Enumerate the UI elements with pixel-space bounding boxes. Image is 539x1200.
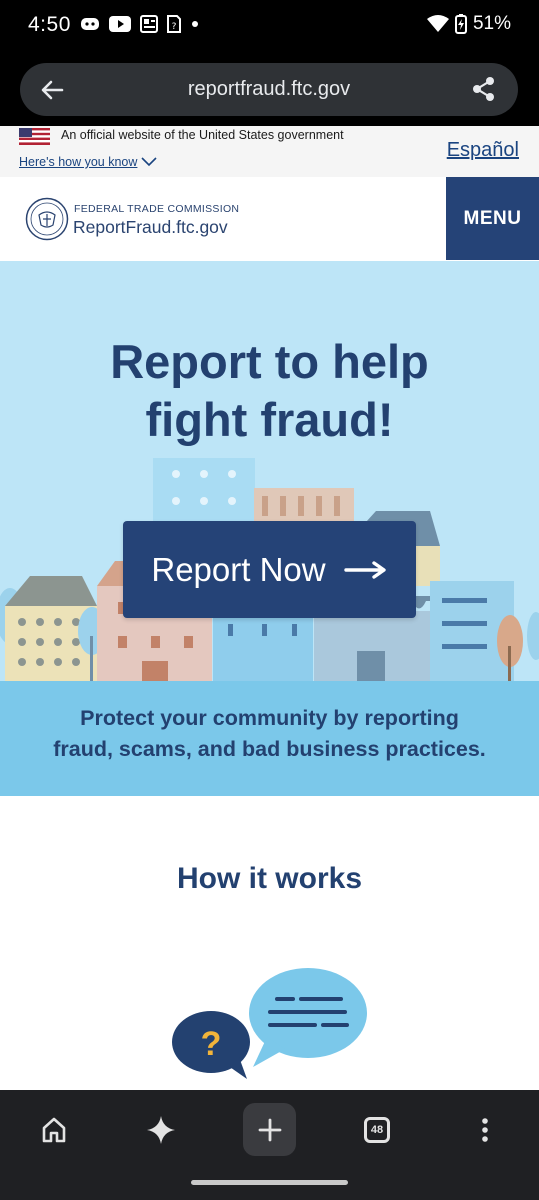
hero-title-line-1: Report to help (110, 335, 429, 388)
plus-icon (258, 1118, 281, 1141)
protect-text: Protect your community by reporting frau… (10, 703, 529, 765)
tab-count[interactable]: 48 (371, 1124, 383, 1136)
sparkle-icon[interactable] (145, 1114, 177, 1146)
us-flag-icon (19, 128, 50, 145)
more-vert-icon[interactable] (469, 1114, 501, 1146)
address-bar[interactable]: reportfraud.ftc.gov (20, 63, 518, 116)
espanol-link[interactable]: Español (447, 139, 519, 162)
svg-text:?: ? (172, 22, 177, 32)
ftc-seal-icon[interactable] (25, 197, 69, 241)
news-icon (140, 15, 158, 33)
share-icon[interactable] (470, 75, 498, 103)
dot-icon (192, 21, 198, 27)
discord-icon (81, 18, 99, 30)
protect-line-1: Protect your community by reporting (80, 706, 459, 730)
gov-banner: An official website of the United States… (0, 126, 539, 177)
wifi-icon (426, 15, 449, 32)
youtube-icon (109, 16, 131, 32)
protect-line-2: fraud, scams, and bad business practices… (53, 737, 486, 761)
how-you-know-link[interactable]: Here's how you know (19, 155, 157, 169)
official-website-text: An official website of the United States… (61, 128, 344, 142)
status-time: 4:50 (28, 13, 71, 36)
new-tab-button[interactable] (243, 1103, 296, 1156)
gesture-nav-handle[interactable] (191, 1180, 348, 1185)
status-bar: 4:50 ? 51% (0, 0, 539, 52)
hero-title: Report to help fight fraud! (0, 333, 539, 449)
url-text[interactable]: reportfraud.ftc.gov (20, 78, 518, 101)
agency-name[interactable]: FEDERAL TRADE COMMISSION (74, 203, 239, 215)
sim-icon: ? (167, 15, 181, 33)
menu-button[interactable]: MENU (446, 177, 539, 260)
battery-percent: 51% (472, 13, 511, 34)
browser-top-bar: reportfraud.ftc.gov (0, 52, 539, 126)
arrow-right-icon (343, 560, 386, 579)
system-icons: 51% (426, 13, 511, 35)
question-mark-text: ? (201, 1025, 222, 1063)
protect-band: Protect your community by reporting frau… (0, 681, 539, 796)
speech-bubbles-illustration: ? (172, 968, 367, 1079)
tabs-icon[interactable]: 48 (364, 1117, 390, 1143)
report-now-label[interactable]: Report Now (151, 551, 325, 589)
chevron-down-icon (141, 157, 157, 167)
hero-section: Report to help fight fraud! Report Now (0, 261, 539, 681)
notification-icons: ? (80, 15, 200, 33)
battery-charging-icon (454, 14, 467, 34)
how-you-know-label[interactable]: Here's how you know (19, 155, 137, 169)
site-header: FEDERAL TRADE COMMISSION ReportFraud.ftc… (0, 177, 539, 261)
how-it-works-heading: How it works (176, 862, 363, 895)
report-now-button[interactable]: Report Now (123, 521, 416, 618)
hero-title-line-2: fight fraud! (145, 393, 394, 446)
home-icon[interactable] (38, 1114, 70, 1146)
site-name[interactable]: ReportFraud.ftc.gov (73, 217, 228, 238)
